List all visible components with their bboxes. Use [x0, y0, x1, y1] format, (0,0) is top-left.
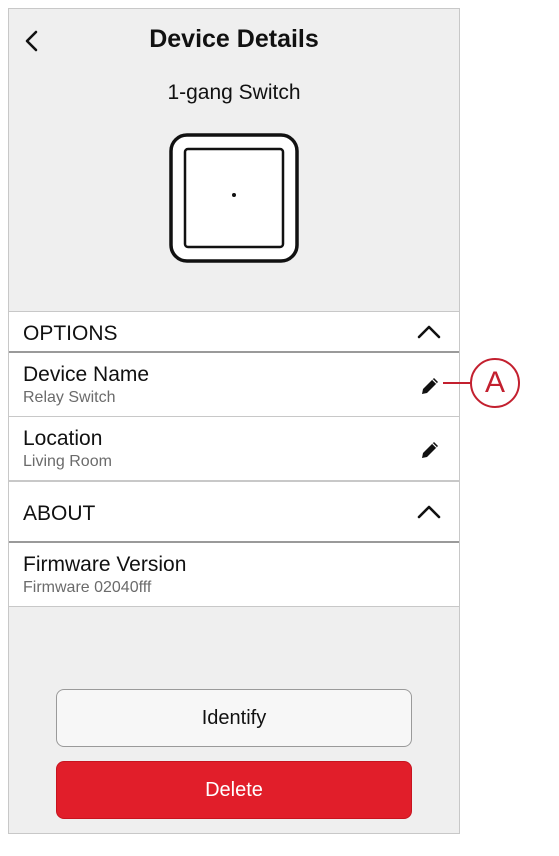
location-title: Location: [23, 427, 103, 450]
firmware-version-row: Firmware Version Firmware 02040fff: [9, 543, 459, 607]
identify-button[interactable]: Identify: [56, 689, 412, 747]
firmware-version-title: Firmware Version: [23, 553, 187, 576]
location-row[interactable]: Location Living Room: [9, 417, 459, 481]
chevron-up-icon[interactable]: [417, 504, 441, 520]
delete-button[interactable]: Delete: [56, 761, 412, 819]
switch-device-icon: [169, 133, 299, 263]
firmware-version-value: Firmware 02040fff: [23, 579, 152, 596]
options-section-header[interactable]: OPTIONS: [9, 311, 459, 353]
device-name-title: Device Name: [23, 363, 150, 386]
about-section-header[interactable]: ABOUT: [9, 481, 459, 543]
pencil-icon[interactable]: [419, 439, 441, 461]
about-section-label: ABOUT: [23, 502, 96, 525]
pencil-icon[interactable]: [419, 375, 441, 397]
page-title: Device Details: [149, 25, 319, 53]
location-value: Living Room: [23, 453, 112, 470]
callout-a-marker: A: [470, 358, 520, 408]
device-details-screen: Device Details 1-gang Switch OPTIONS Dev…: [8, 8, 460, 834]
device-name-value: Relay Switch: [23, 389, 116, 406]
device-type-label: 1-gang Switch: [167, 81, 301, 104]
options-section-label: OPTIONS: [23, 322, 118, 345]
callout-leader-line: [443, 382, 473, 384]
chevron-up-icon[interactable]: [417, 324, 441, 340]
device-name-row[interactable]: Device Name Relay Switch: [9, 353, 459, 417]
